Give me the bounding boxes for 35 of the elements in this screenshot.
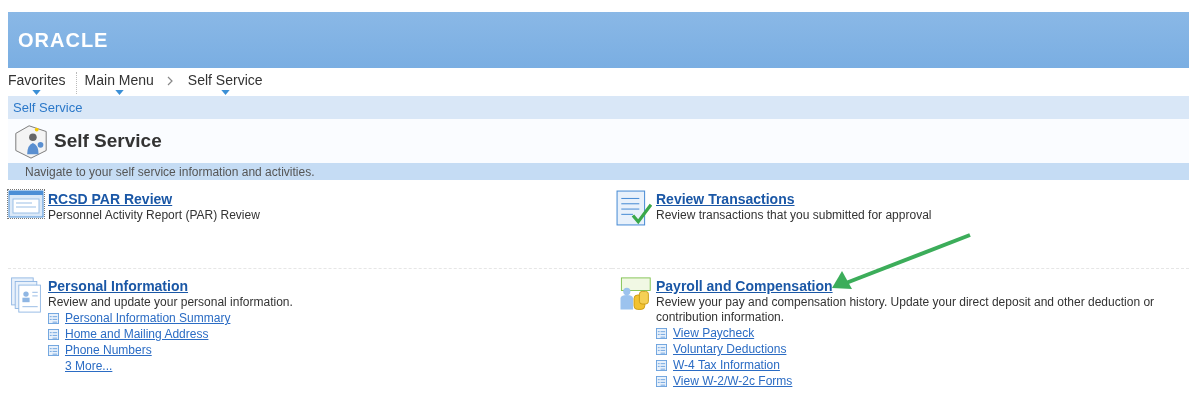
page-link[interactable]: W-4 Tax Information bbox=[673, 357, 780, 373]
tile-title-link[interactable]: Payroll and Compensation bbox=[656, 277, 833, 295]
chevron-icon bbox=[165, 76, 174, 86]
page-link[interactable]: 3 More... bbox=[65, 358, 113, 374]
page-link[interactable]: Personal Information Summary bbox=[65, 310, 231, 326]
documents-person-icon bbox=[8, 277, 44, 313]
page-description: Navigate to your self service information and activities. bbox=[25, 164, 315, 179]
folder-people-icon bbox=[12, 122, 50, 160]
page-link[interactable]: View W-2/W-2c Forms bbox=[673, 373, 793, 389]
list-page-icon bbox=[656, 343, 667, 355]
page-link[interactable]: Phone Numbers bbox=[65, 342, 152, 358]
window-icon bbox=[8, 190, 44, 218]
tile-description: Review and update your personal information. bbox=[48, 295, 294, 310]
page-link[interactable]: Home and Mailing Address bbox=[65, 326, 209, 342]
tile-title-link[interactable]: RCSD PAR Review bbox=[48, 190, 173, 208]
tile-description: Review your pay and compensation history. Update your direct deposit and other deduction or contribution information. bbox=[656, 295, 1156, 325]
tile-title-link[interactable]: Review Transactions bbox=[656, 190, 795, 208]
list-page-icon bbox=[48, 312, 59, 324]
breadcrumb-link[interactable]: Self Service bbox=[13, 100, 83, 115]
list-page-icon bbox=[656, 359, 667, 371]
page-link[interactable]: Voluntary Deductions bbox=[673, 341, 787, 357]
list-page-icon bbox=[48, 328, 59, 340]
page-link[interactable]: View Paycheck bbox=[673, 325, 755, 341]
list-page-icon bbox=[656, 375, 667, 387]
nav-menu[interactable]: Main Menu bbox=[84, 72, 154, 95]
list-page-icon bbox=[656, 327, 667, 339]
page-title: Self Service bbox=[54, 130, 162, 152]
tile-description: Personnel Activity Report (PAR) Review bbox=[48, 208, 261, 223]
logo: ORACLE bbox=[18, 28, 109, 52]
nav-menu[interactable]: Self Service bbox=[187, 72, 263, 95]
list-page-icon bbox=[48, 344, 59, 356]
checklist-icon bbox=[616, 190, 652, 226]
tile-description: Review transactions that you submitted for approval bbox=[656, 208, 933, 223]
tile-title-link[interactable]: Personal Information bbox=[48, 277, 189, 295]
nav-menu[interactable]: Favorites bbox=[8, 72, 66, 95]
